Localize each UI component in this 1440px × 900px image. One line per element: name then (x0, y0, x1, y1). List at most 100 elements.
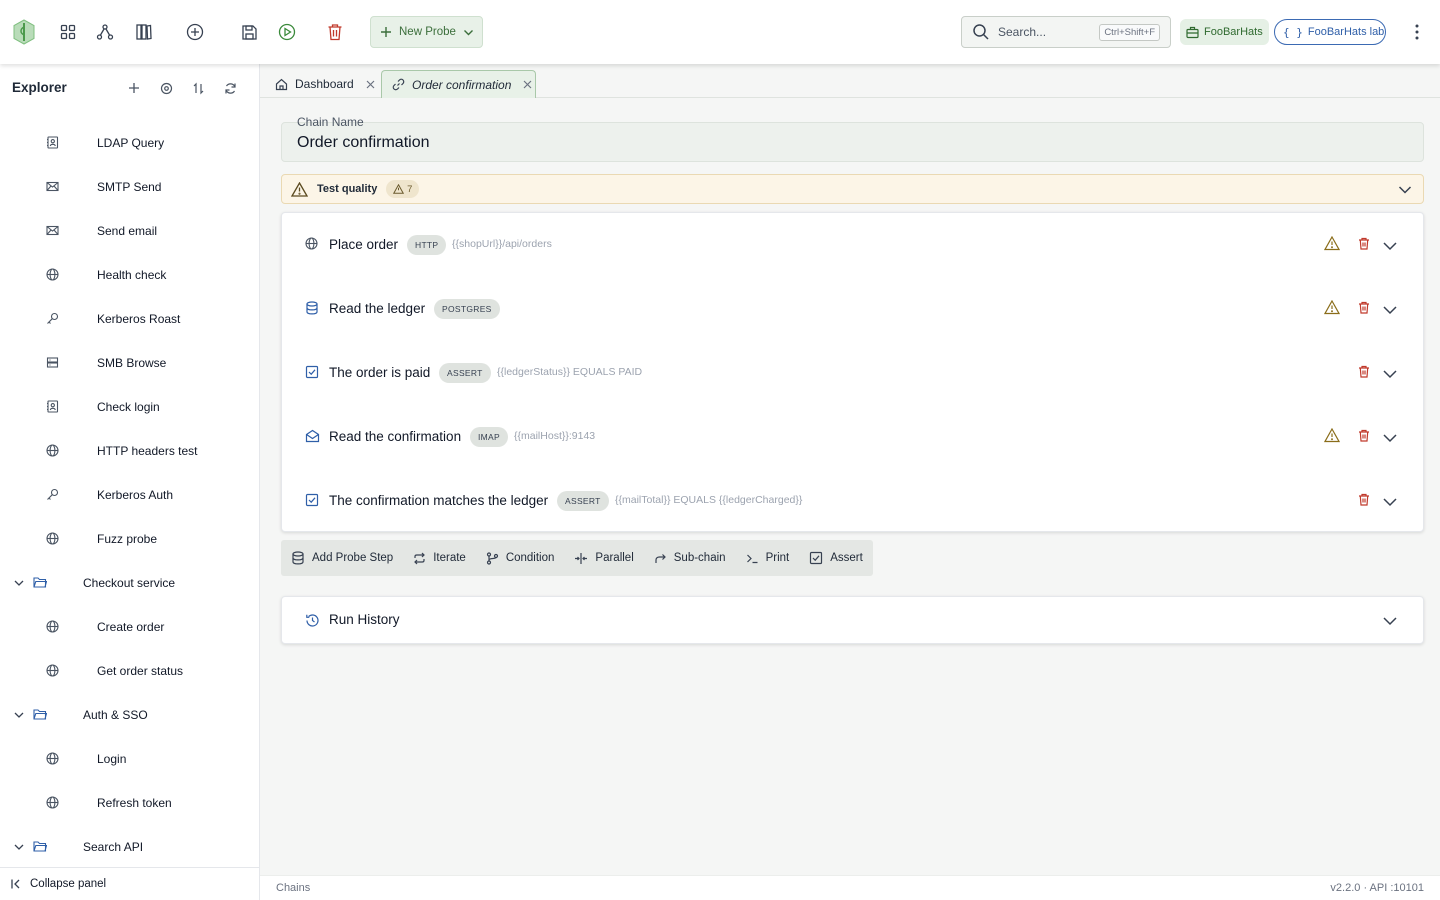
add-action-button[interactable]: Parallel (564, 540, 643, 576)
refresh-icon[interactable] (221, 79, 239, 97)
environment-selector[interactable]: { } FooBarHats lab (1274, 19, 1386, 45)
branch-icon (486, 551, 499, 565)
search-box[interactable]: Ctrl+Shift+F (961, 16, 1171, 48)
trash-icon[interactable] (1358, 365, 1370, 378)
collapse-panel-button[interactable]: Collapse panel (0, 867, 259, 900)
history-icon (306, 614, 319, 627)
tree-item-label: Search API (83, 840, 144, 854)
tree-item[interactable]: Kerberos Auth (0, 473, 259, 517)
chain-name-field[interactable]: Chain Name Order confirmation (281, 115, 1424, 162)
step-detail: {{shopUrl}}/api/orders (452, 238, 552, 250)
explorer-title: Explorer (12, 79, 67, 95)
globe-icon (46, 620, 59, 633)
chain-name-value[interactable]: Order confirmation (297, 134, 430, 152)
app-logo-icon[interactable] (10, 18, 38, 46)
step-name: Read the ledger (329, 301, 426, 316)
tree-item[interactable]: Login (0, 737, 259, 781)
workspace-selector[interactable]: FooBarHats (1180, 19, 1269, 45)
warning-icon[interactable] (1324, 428, 1340, 443)
tree-item[interactable]: SMB Browse (0, 341, 259, 385)
tree-item[interactable]: Kerberos Roast (0, 297, 259, 341)
chain-step[interactable]: Read the confirmation IMAP {{mailHost}}:91… (282, 405, 1423, 469)
chevron-down-icon[interactable] (1398, 183, 1412, 197)
add-action-button[interactable]: Add Probe Step (281, 540, 403, 576)
chain-step[interactable]: The confirmation matches the ledger ASSER… (282, 469, 1423, 533)
tab-order-confirmation[interactable]: Order confirmation (381, 70, 536, 98)
chain-step[interactable]: Place order HTTP {{shopUrl}}/api/orders (282, 213, 1423, 277)
chevron-down-icon[interactable] (1382, 238, 1398, 254)
chevron-down-icon[interactable] (1382, 494, 1398, 510)
tree-folder[interactable]: Checkout service (0, 561, 259, 605)
chevron-down-icon[interactable] (1382, 430, 1398, 446)
tree-item[interactable]: SMTP Send (0, 165, 259, 209)
tree-item-label: Health check (97, 268, 167, 282)
plus-icon (381, 27, 391, 37)
folder-icon (33, 708, 47, 721)
chevron-down-icon[interactable] (1382, 366, 1398, 382)
tree-folder[interactable]: Search API (0, 825, 259, 867)
tree-item[interactable]: Refresh token (0, 781, 259, 825)
more-menu-icon[interactable] (1403, 18, 1431, 46)
add-circle-icon[interactable] (181, 18, 209, 46)
add-action-label: Assert (830, 552, 863, 564)
tree-item[interactable]: Create order (0, 605, 259, 649)
chevron-down-icon[interactable] (1382, 302, 1398, 318)
chain-step[interactable]: The order is paid ASSERT {{ledgerStatus}} … (282, 341, 1423, 405)
tree-item[interactable]: Check login (0, 385, 259, 429)
terminal-icon (746, 552, 759, 565)
tree-item-label: HTTP headers test (97, 444, 198, 458)
test-quality-panel[interactable]: Test quality 7 (281, 174, 1424, 204)
mail-icon (46, 180, 59, 193)
add-action-label: Condition (505, 552, 555, 564)
search-input[interactable] (998, 25, 1088, 39)
run-icon[interactable] (273, 18, 301, 46)
close-icon[interactable] (366, 80, 375, 89)
tree-item[interactable]: Get order status (0, 649, 259, 693)
chevron-down-icon[interactable] (1382, 613, 1398, 629)
graph-icon[interactable] (91, 18, 119, 46)
add-action-button[interactable]: Sub-chain (644, 540, 736, 576)
add-icon[interactable] (125, 79, 143, 97)
tree-item-label: Kerberos Auth (97, 488, 174, 502)
tree-folder[interactable]: Auth & SSO (0, 693, 259, 737)
trash-icon[interactable] (1358, 237, 1370, 250)
tab-dashboard[interactable]: Dashboard (265, 70, 381, 98)
chevron-down-icon (463, 29, 473, 35)
sort-icon[interactable] (189, 79, 207, 97)
add-action-button[interactable]: Iterate (403, 540, 476, 576)
tree-item[interactable]: HTTP headers test (0, 429, 259, 473)
close-icon[interactable] (523, 80, 532, 89)
step-type-badge: IMAP (470, 427, 508, 447)
new-probe-button[interactable]: New Probe (370, 16, 483, 48)
add-action-button[interactable]: Print (736, 540, 800, 576)
key-icon (46, 488, 59, 501)
step-type-badge: HTTP (407, 235, 447, 255)
library-icon[interactable] (130, 18, 158, 46)
tree-item[interactable]: Send email (0, 209, 259, 253)
chevron-down-icon[interactable] (13, 841, 25, 853)
tree-item[interactable]: Fuzz probe (0, 517, 259, 561)
target-icon[interactable] (157, 79, 175, 97)
grid-icon[interactable] (54, 18, 82, 46)
warning-icon[interactable] (1324, 300, 1340, 315)
chain-step[interactable]: Read the ledger POSTGRES (282, 277, 1423, 341)
chevron-down-icon[interactable] (13, 577, 25, 589)
add-action-label: Parallel (595, 552, 634, 564)
step-detail: {{mailTotal}} EQUALS {{ledgerCharged}} (615, 494, 803, 506)
save-icon[interactable] (235, 18, 263, 46)
tree-item[interactable]: LDAP Query (0, 121, 259, 165)
delete-icon[interactable] (321, 18, 349, 46)
trash-icon[interactable] (1358, 301, 1370, 314)
trash-icon[interactable] (1358, 429, 1370, 442)
warning-icon[interactable] (1324, 236, 1340, 251)
collapse-panel-label: Collapse panel (30, 878, 107, 890)
checkbox-icon (305, 365, 319, 379)
add-action-button[interactable]: Assert (799, 540, 873, 576)
step-type-badge: ASSERT (557, 491, 609, 511)
tree-item[interactable]: Health check (0, 253, 259, 297)
add-action-label: Sub-chain (673, 552, 726, 564)
run-history-panel[interactable]: Run History (281, 596, 1424, 644)
trash-icon[interactable] (1358, 493, 1370, 506)
chevron-down-icon[interactable] (13, 709, 25, 721)
add-action-button[interactable]: Condition (476, 540, 565, 576)
